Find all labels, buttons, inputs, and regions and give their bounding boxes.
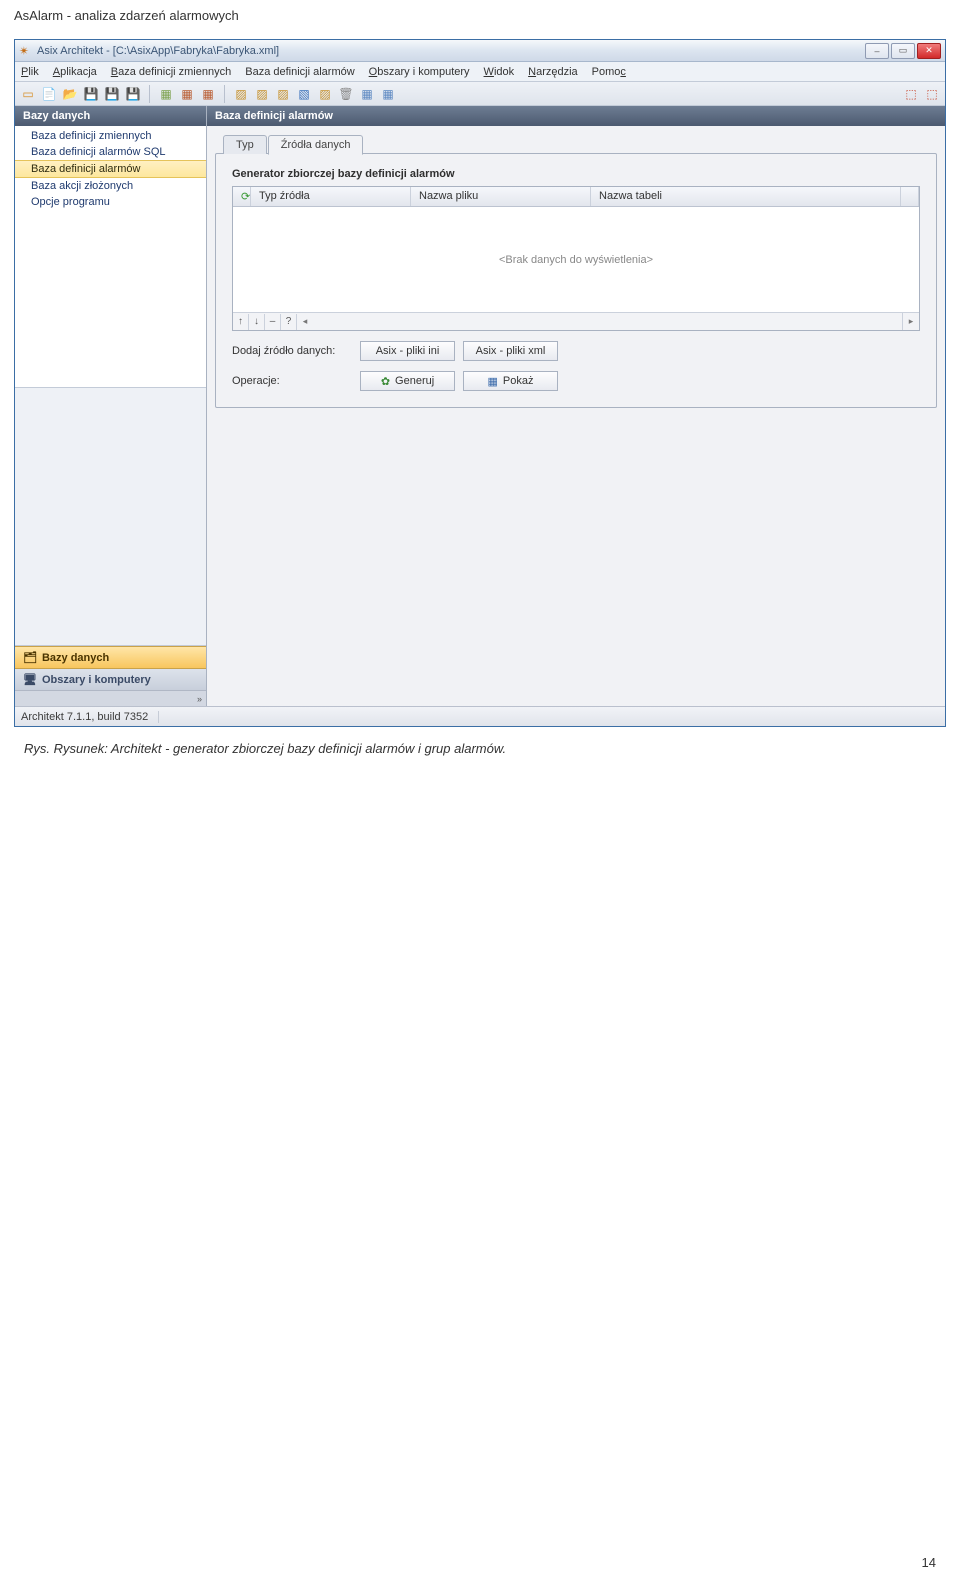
save-as-icon[interactable]: 💾: [124, 85, 142, 103]
content-tabs: Typ Źródła danych: [215, 130, 937, 154]
grid-col-gutter: [901, 187, 919, 206]
menubar: Plik Aplikacja Baza definicji zmiennych …: [15, 62, 945, 82]
sidebar-footer: »: [15, 690, 206, 706]
tool-icon-4[interactable]: ▨: [232, 85, 250, 103]
sidebar-list: Baza definicji zmiennych Baza definicji …: [15, 126, 206, 388]
content-inner: Typ Źródła danych Generator zbiorczej ba…: [207, 126, 945, 706]
maximize-button[interactable]: ▭: [891, 43, 915, 59]
sidebar-tab-bazy[interactable]: 🗂 Bazy danych: [15, 646, 206, 668]
tool-icon-10[interactable]: ▦: [379, 85, 397, 103]
grid-down-button[interactable]: ↓: [249, 314, 265, 330]
grid-empty-text: <Brak danych do wyświetlenia>: [499, 254, 653, 266]
menu-pomoc[interactable]: Pomoc: [592, 66, 626, 78]
sidebar-tab-label: Obszary i komputery: [42, 674, 151, 686]
menu-obszary[interactable]: Obszary i komputery: [369, 66, 470, 78]
menu-baza-zmiennych[interactable]: Baza definicji zmiennych: [111, 66, 231, 78]
tab-typ[interactable]: Typ: [223, 135, 267, 154]
button-generuj-label: Generuj: [395, 375, 434, 387]
expand-arrow-icon[interactable]: »: [197, 694, 202, 704]
grid-up-button[interactable]: ↑: [233, 314, 249, 330]
sidebar-item-alarmy[interactable]: Baza definicji alarmów: [15, 160, 206, 178]
new-file-icon[interactable]: ▭: [19, 85, 37, 103]
gear-icon: ✿: [381, 375, 390, 388]
grid-col-refresh[interactable]: ⟳: [233, 187, 251, 206]
grid-footer: ↑ ↓ – ? ◂ ▸: [233, 312, 919, 330]
row-operacje: Operacje: ✿ Generuj ▦ Pokaż: [232, 371, 920, 391]
sidebar-item-opcje[interactable]: Opcje programu: [15, 194, 206, 210]
menu-aplikacja[interactable]: Aplikacja: [53, 66, 97, 78]
menu-widok[interactable]: Widok: [484, 66, 515, 78]
sidebar-tab-label: Bazy danych: [42, 652, 109, 664]
table-icon: ▦: [488, 375, 498, 388]
sidebar-item-zmienne[interactable]: Baza definicji zmiennych: [15, 128, 206, 144]
tool-icon-1[interactable]: ▦: [157, 85, 175, 103]
sidebar-item-akcje[interactable]: Baza akcji złożonych: [15, 178, 206, 194]
database-icon: 🗂: [23, 651, 37, 664]
sidebar-spacer: [15, 388, 206, 646]
grid-col-typ[interactable]: Typ źródła: [251, 187, 411, 206]
button-pokaz-label: Pokaż: [503, 375, 534, 387]
status-text: Architekt 7.1.1, build 7352: [21, 711, 159, 723]
tool-icon-3[interactable]: ▦: [199, 85, 217, 103]
save-all-icon[interactable]: 💾: [103, 85, 121, 103]
menu-plik[interactable]: Plik: [21, 66, 39, 78]
document-header: AsAlarm - analiza zdarzeń alarmowych: [0, 0, 960, 39]
button-asix-xml[interactable]: Asix - pliki xml: [463, 341, 558, 361]
help-icon[interactable]: ⬚: [902, 85, 920, 103]
grid-remove-button[interactable]: –: [265, 314, 281, 330]
minimize-button[interactable]: –: [865, 43, 889, 59]
toolbar: ▭ 📄 📂 💾 💾 💾 ▦ ▦ ▦ ▨ ▨ ▨ ▧ ▨ 🗑 ▦ ▦ ⬚ ⬚: [15, 82, 945, 106]
label-operacje: Operacje:: [232, 375, 360, 387]
tool-icon-5[interactable]: ▨: [253, 85, 271, 103]
close-button[interactable]: ✕: [917, 43, 941, 59]
content: Baza definicji alarmów Typ Źródła danych…: [207, 106, 945, 706]
page-number: 14: [922, 1555, 936, 1570]
menu-baza-alarmow[interactable]: Baza definicji alarmów: [245, 66, 354, 78]
open-folder-icon[interactable]: 📂: [61, 85, 79, 103]
tool-icon-9[interactable]: ▦: [358, 85, 376, 103]
button-pokaz[interactable]: ▦ Pokaż: [463, 371, 558, 391]
section-title: Generator zbiorczej bazy definicji alarm…: [232, 168, 920, 180]
delete-icon[interactable]: 🗑: [337, 85, 355, 103]
sidebar-item-alarmy-sql[interactable]: Baza definicji alarmów SQL: [15, 144, 206, 160]
menu-narzedzia[interactable]: Narzędzia: [528, 66, 578, 78]
window: ✴ Asix Architekt - [C:\AsixApp\Fabryka\F…: [14, 39, 946, 727]
window-title: Asix Architekt - [C:\AsixApp\Fabryka\Fab…: [37, 45, 865, 57]
main-body: Bazy danych Baza definicji zmiennych Baz…: [15, 106, 945, 706]
titlebar: ✴ Asix Architekt - [C:\AsixApp\Fabryka\F…: [15, 40, 945, 62]
toolbar-separator: [149, 85, 150, 103]
tool-icon-8[interactable]: ▨: [316, 85, 334, 103]
figure-caption: Rys. Rysunek: Architekt - generator zbio…: [24, 741, 936, 756]
content-header: Baza definicji alarmów: [207, 106, 945, 126]
scroll-right-icon[interactable]: ▸: [903, 314, 919, 330]
app-icon: ✴: [19, 44, 33, 58]
grid-body: <Brak danych do wyświetlenia>: [233, 207, 919, 312]
window-controls: – ▭ ✕: [865, 43, 941, 59]
label-dodaj: Dodaj źródło danych:: [232, 345, 360, 357]
button-generuj[interactable]: ✿ Generuj: [360, 371, 455, 391]
statusbar: Architekt 7.1.1, build 7352: [15, 706, 945, 726]
sidebar-tab-obszary[interactable]: 🖥 Obszary i komputery: [15, 668, 206, 690]
grid-header: ⟳ Typ źródła Nazwa pliku Nazwa tabeli: [233, 187, 919, 207]
tab-zrodla[interactable]: Źródła danych: [268, 135, 364, 155]
doc-icon[interactable]: 📄: [40, 85, 58, 103]
sidebar: Bazy danych Baza definicji zmiennych Baz…: [15, 106, 207, 706]
info-icon[interactable]: ⬚: [923, 85, 941, 103]
sidebar-header: Bazy danych: [15, 106, 206, 126]
tool-icon-2[interactable]: ▦: [178, 85, 196, 103]
row-dodaj: Dodaj źródło danych: Asix - pliki ini As…: [232, 341, 920, 361]
tool-icon-7[interactable]: ▧: [295, 85, 313, 103]
computers-icon: 🖥: [23, 673, 37, 686]
tab-body: Generator zbiorczej bazy definicji alarm…: [215, 153, 937, 408]
grid-col-tabeli[interactable]: Nazwa tabeli: [591, 187, 901, 206]
tool-icon-6[interactable]: ▨: [274, 85, 292, 103]
toolbar-separator: [224, 85, 225, 103]
grid-col-plik[interactable]: Nazwa pliku: [411, 187, 591, 206]
button-asix-ini[interactable]: Asix - pliki ini: [360, 341, 455, 361]
scroll-left-icon[interactable]: ◂: [297, 314, 313, 330]
grid-help-button[interactable]: ?: [281, 314, 297, 330]
data-grid: ⟳ Typ źródła Nazwa pliku Nazwa tabeli <B…: [232, 186, 920, 331]
save-icon[interactable]: 💾: [82, 85, 100, 103]
